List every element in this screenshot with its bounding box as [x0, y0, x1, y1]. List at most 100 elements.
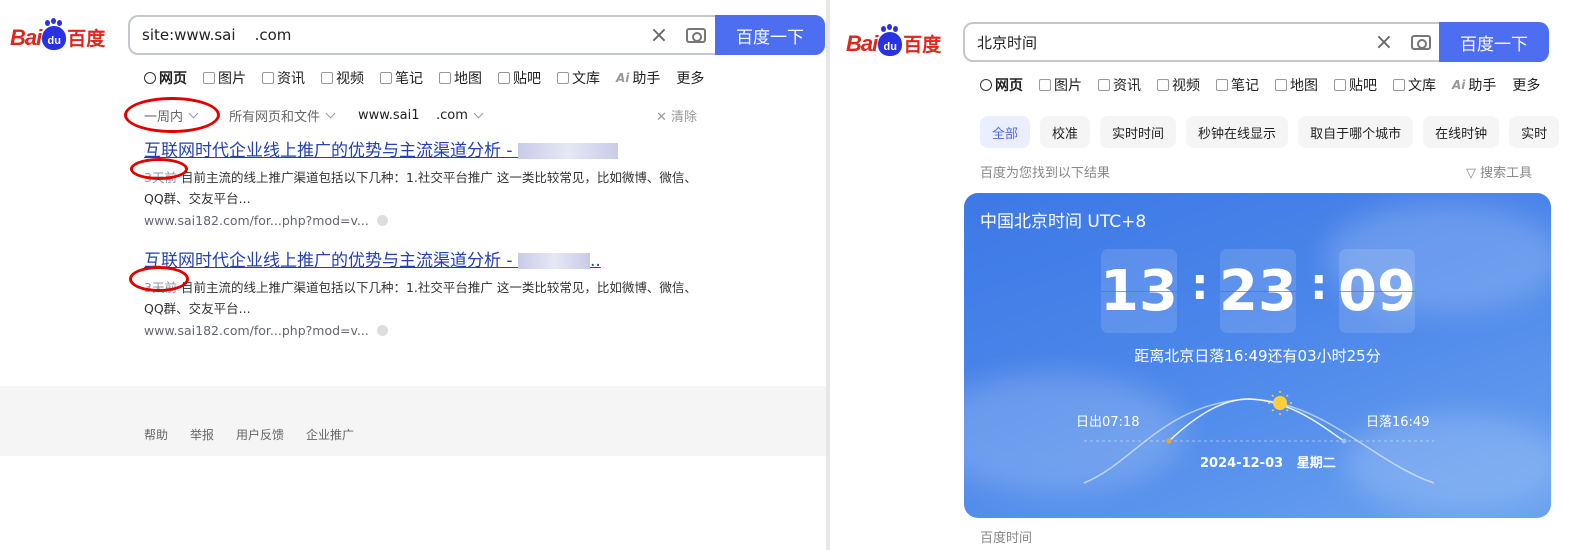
result-url[interactable]: www.sai182.com/for...php?mod=v... — [144, 323, 704, 338]
search-result: 互联网时代企业线上推广的优势与主流渠道分析 - 3天前 目前主流的线上推广渠道包… — [144, 136, 704, 228]
second-digit: 09 — [1338, 249, 1416, 333]
baidu-logo[interactable]: Bai du 百度 — [846, 25, 941, 57]
chip-item[interactable]: 全部 — [980, 116, 1031, 148]
tab-ai[interactable]: Ai 助手 — [1452, 75, 1496, 95]
tab-label: 网页 — [159, 71, 187, 87]
tab-more[interactable]: 更多 — [1512, 75, 1540, 95]
search-button[interactable]: 百度一下 — [715, 15, 825, 55]
tab-wenku[interactable]: 文库 — [557, 68, 600, 88]
search-input[interactable]: 北京时间 — [965, 32, 1367, 53]
tab-video[interactable]: 视频 — [1157, 75, 1200, 95]
search-result: 互联网时代企业线上推广的优势与主流渠道分析 - .. 3天前 目前主流的线上推广… — [144, 246, 704, 338]
result-title-link[interactable]: 互联网时代企业线上推广的优势与主流渠道分析 - — [144, 136, 704, 161]
news-icon — [1098, 79, 1110, 91]
chip-item[interactable]: 实时时间 — [1100, 116, 1177, 148]
tab-label: 文库 — [1408, 78, 1436, 94]
video-icon — [321, 72, 333, 84]
tab-tieba[interactable]: 贴吧 — [1334, 75, 1377, 95]
tab-more[interactable]: 更多 — [676, 68, 704, 88]
tab-ai[interactable]: Ai 助手 — [616, 68, 660, 88]
tab-news[interactable]: 资讯 — [1098, 75, 1141, 95]
safety-icon[interactable] — [376, 215, 388, 226]
tab-news[interactable]: 资讯 — [262, 68, 305, 88]
tab-map[interactable]: 地图 — [439, 68, 482, 88]
footer-report-link[interactable]: 举报 — [190, 426, 214, 443]
chip-item[interactable]: 取自于哪个城市 — [1298, 116, 1414, 148]
camera-icon[interactable] — [676, 27, 716, 43]
tab-note[interactable]: 笔记 — [1216, 75, 1259, 95]
result-url[interactable]: www.sai182.com/for...php?mod=v... — [144, 213, 704, 228]
baidu-time-label: 百度时间 — [980, 531, 1033, 546]
search-icon — [980, 79, 992, 91]
note-icon — [1216, 79, 1228, 91]
image-icon — [203, 72, 215, 84]
tab-label: 视频 — [336, 71, 364, 87]
site-filter[interactable]: www.sai1 .com — [358, 108, 484, 123]
camera-icon[interactable] — [1401, 34, 1441, 50]
baidu-logo[interactable]: Bai du 百度 — [10, 19, 105, 51]
redacted-blur — [517, 143, 618, 159]
chip-item[interactable]: 实时 — [1509, 116, 1560, 148]
time-filter[interactable]: 一周内 — [144, 106, 199, 125]
result-title-link[interactable]: 互联网时代企业线上推广的优势与主流渠道分析 - .. — [144, 246, 704, 271]
search-tabs: 网页 图片 资讯 视频 笔记 地图 贴吧 文库 Ai 助手 更多 — [980, 75, 1540, 95]
footer-feedback-link[interactable]: 用户反馈 — [236, 426, 284, 443]
tab-wenku[interactable]: 文库 — [1393, 75, 1436, 95]
tab-label: 资讯 — [277, 71, 305, 87]
footer-promotion-link[interactable]: 企业推广 — [306, 426, 354, 443]
chip-item[interactable]: 在线时钟 — [1423, 116, 1500, 148]
sunset-countdown: 距离北京日落16:49还有03小时25分 — [1134, 347, 1381, 365]
time-separator: : — [1191, 259, 1209, 310]
tab-label: 贴吧 — [1349, 78, 1377, 94]
tab-label: 更多 — [1512, 78, 1541, 94]
tab-tieba[interactable]: 贴吧 — [498, 68, 541, 88]
right-browser-pane: Bai du 百度 北京时间 × 百度一下 网页 图片 资讯 视频 笔记 地图 贴吧 文库 Ai 助手… — [830, 0, 1580, 550]
result-date: 3天前 — [144, 280, 177, 295]
minute-digit: 23 — [1219, 249, 1297, 333]
time-separator: : — [1310, 259, 1328, 310]
tab-image[interactable]: 图片 — [203, 68, 246, 88]
filter-bar: 一周内 所有网页和文件 www.sai1 .com — [144, 106, 484, 125]
tab-search[interactable]: 网页 — [980, 75, 1023, 95]
result-count-text: 百度为您找到以下结果 — [980, 166, 1111, 181]
tab-image[interactable]: 图片 — [1039, 75, 1082, 95]
ai-icon: Ai — [616, 71, 630, 85]
search-tools-button[interactable]: ▽ 搜索工具 — [1466, 162, 1532, 181]
ai-icon: Ai — [1452, 78, 1466, 92]
tab-label: 图片 — [218, 71, 246, 87]
search-box[interactable]: site:www.sai .com × — [128, 15, 716, 55]
wenku-icon — [1393, 79, 1405, 91]
hour-digit: 13 — [1100, 249, 1178, 333]
tab-label: 图片 — [1054, 78, 1082, 94]
tab-search[interactable]: 网页 — [144, 68, 187, 88]
image-icon — [1039, 79, 1051, 91]
search-button[interactable]: 百度一下 — [1439, 22, 1549, 62]
tab-video[interactable]: 视频 — [321, 68, 364, 88]
safety-icon[interactable] — [376, 325, 388, 336]
tab-note[interactable]: 笔记 — [380, 68, 423, 88]
search-input[interactable]: site:www.sai .com — [130, 26, 642, 44]
clear-filters-button[interactable]: ✕ 清除 — [656, 106, 697, 125]
search-tabs: 网页 图片 资讯 视频 笔记 地图 贴吧 文库 Ai 助手 更多 — [144, 68, 704, 88]
note-icon — [380, 72, 392, 84]
current-date: 2024-12-03 星期二 — [1200, 456, 1336, 471]
map-icon — [1275, 79, 1287, 91]
tab-map[interactable]: 地图 — [1275, 75, 1318, 95]
tab-label: 资讯 — [1113, 78, 1141, 94]
sun-path-graph — [1083, 391, 1435, 484]
time-card-title: 中国北京时间 UTC+8 — [980, 212, 1147, 232]
chevron-down-icon — [188, 108, 199, 119]
video-icon — [1157, 79, 1169, 91]
tab-label: 助手 — [632, 71, 661, 87]
search-box[interactable]: 北京时间 × — [963, 22, 1441, 62]
sunrise-time: 日出07:18 — [1076, 415, 1140, 430]
left-browser-pane: Bai du 百度 site:www.sai .com × 百度一下 网页 图片 资讯 视… — [0, 0, 826, 550]
filter-icon: ▽ — [1466, 166, 1476, 181]
chip-item[interactable]: 校准 — [1040, 116, 1091, 148]
clear-icon[interactable]: × — [642, 23, 676, 48]
type-filter[interactable]: 所有网页和文件 — [229, 106, 336, 125]
news-icon — [262, 72, 274, 84]
clear-icon[interactable]: × — [1367, 30, 1401, 55]
chip-item[interactable]: 秒钟在线显示 — [1186, 116, 1289, 148]
footer-help-link[interactable]: 帮助 — [144, 426, 168, 443]
